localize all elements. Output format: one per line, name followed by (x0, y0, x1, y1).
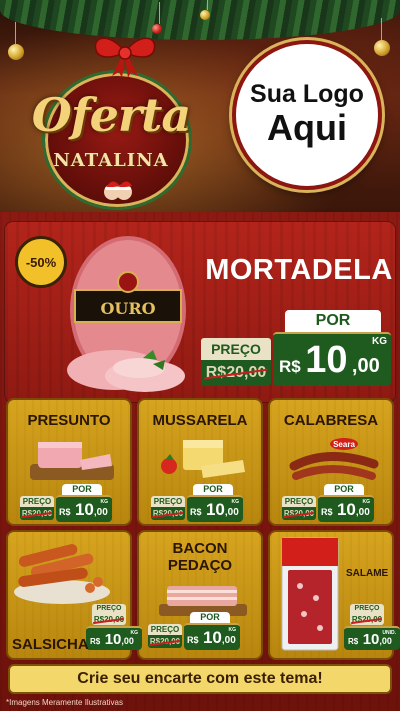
product-name: CALABRESA (283, 412, 379, 429)
product-name-line2: PEDAÇO (167, 557, 233, 574)
price-unit: KG (100, 499, 109, 505)
featured-price-tag: PREÇO R$20,00 POR R$ 10 ,00 KG (201, 310, 391, 390)
featured-product-card: OURO -50% MORTADELA PREÇO R$20,00 POR R$… (5, 222, 395, 402)
price-integer: 10 (305, 339, 348, 381)
offers-board: OURO -50% MORTADELA PREÇO R$20,00 POR R$… (0, 212, 400, 711)
badge-subtitle: NATALINA (53, 150, 169, 171)
mortadela-brand: OURO (100, 299, 155, 318)
preco-label: PREÇO (350, 604, 384, 614)
new-price: R$ 10,00 UNID. (344, 626, 400, 650)
price-tag: PREÇOR$20,00 POR R$ 10,00 KG (282, 484, 374, 524)
price-tag: PREÇOR$20,00R$ 10,00KG (86, 604, 146, 652)
price-integer: 10 (336, 500, 356, 519)
por-label: POR (324, 484, 364, 495)
new-price: R$ 10 ,00 KG (273, 332, 391, 386)
price-integer: 10 (74, 500, 94, 519)
old-price: R$20,00 (20, 507, 54, 520)
preco-label: PREÇO (92, 604, 126, 614)
price-cents: ,00 (379, 636, 392, 646)
product-name: SALAME (346, 568, 389, 579)
featured-product-title: MORTADELA (205, 254, 393, 286)
product-name: MUSSARELA (152, 412, 248, 429)
salame-image (281, 537, 339, 651)
preco-label: PREÇO (201, 338, 271, 360)
currency: R$ (279, 357, 301, 376)
discount-badge: -50% (15, 236, 67, 288)
por-label: POR (190, 612, 230, 623)
price-unit: KG (362, 499, 371, 505)
preco-label: PREÇO (148, 624, 182, 635)
preco-label: PREÇO (20, 496, 54, 507)
salsicha-image (14, 544, 110, 604)
price-cents: ,00 (221, 635, 236, 646)
price-unit: KG (231, 499, 240, 505)
cta-banner[interactable]: Crie seu encarte com este tema! (8, 664, 392, 694)
product-name-line1: BACON (172, 540, 228, 557)
new-price: R$ 10,00 KG (318, 495, 374, 522)
gold-ornament-icon (200, 0, 210, 20)
currency: R$ (190, 507, 202, 517)
preco-label: PREÇO (151, 496, 185, 507)
old-price: R$20,00 (92, 614, 126, 625)
por-label: POR (193, 484, 233, 495)
old-price: R$20,00 (148, 635, 182, 648)
santa-hat-icon (104, 181, 132, 200)
salsicha-label: SALSICHA (12, 636, 89, 653)
old-price: R$20,00 (151, 507, 185, 520)
por-label: POR (285, 310, 381, 332)
price-tag: PREÇOR$20,00R$ 10,00UNID. (344, 604, 400, 652)
price-integer: 10 (104, 631, 122, 648)
price-tag: PREÇOR$20,00 POR R$ 10,00 KG (151, 484, 243, 524)
gold-ornament-icon (374, 18, 390, 56)
logo-text-line2: Aqui (267, 106, 347, 148)
disclaimer-note: *Imagens Meramente Ilustrativas (6, 698, 123, 707)
currency: R$ (348, 637, 359, 646)
price-unit: UNID. (382, 630, 396, 636)
oferta-natalina-badge: Oferta NATALINA (16, 32, 206, 210)
price-unit: KG (228, 627, 237, 633)
currency: R$ (321, 507, 333, 517)
new-price: R$ 10,00 KG (184, 623, 240, 650)
price-unit: KG (372, 336, 387, 347)
new-price: R$ 10,00 KG (86, 626, 142, 650)
new-price: R$ 10,00 KG (187, 495, 243, 522)
old-price: R$20,00 (282, 507, 316, 520)
price-cents: ,00 (224, 507, 239, 518)
por-label: POR (62, 484, 102, 495)
price-integer: 10 (202, 628, 222, 647)
price-cents: ,00 (355, 507, 370, 518)
currency: R$ (59, 507, 71, 517)
currency: R$ (90, 637, 101, 646)
price-tag: PREÇOR$20,00 POR R$ 10,00 KG (148, 612, 240, 652)
product-name: PRESUNTO (27, 412, 111, 429)
price-tag: PREÇOR$20,00 POR R$ 10,00 KG (20, 484, 112, 524)
price-integer: 10 (205, 500, 225, 519)
price-cents: ,00 (121, 636, 134, 646)
new-price: R$ 10,00 KG (56, 495, 112, 522)
logo-text-line1: Sua Logo (250, 79, 364, 108)
calabresa-image: Seara (289, 438, 379, 480)
store-logo-placeholder: Sua Logo Aqui (232, 40, 382, 190)
old-price: R$20,00 (350, 614, 384, 625)
price-unit: KG (130, 630, 139, 636)
price-cents: ,00 (351, 355, 380, 377)
seara-logo: Seara (333, 440, 355, 449)
mortadela-product-image: OURO (67, 236, 186, 392)
old-price: R$20,00 (201, 360, 271, 386)
presunto-image (30, 442, 114, 480)
header-banner: Oferta NATALINA Sua Logo Aqui (0, 0, 400, 212)
preco-label: PREÇO (282, 496, 316, 507)
badge-script-title: Oferta (31, 88, 191, 142)
price-integer: 10 (362, 631, 380, 648)
mussarela-image (161, 440, 245, 478)
product-name: BACON PEDAÇO (139, 540, 261, 574)
red-bow-icon (94, 37, 156, 78)
price-cents: ,00 (93, 507, 108, 518)
currency: R$ (187, 635, 199, 645)
